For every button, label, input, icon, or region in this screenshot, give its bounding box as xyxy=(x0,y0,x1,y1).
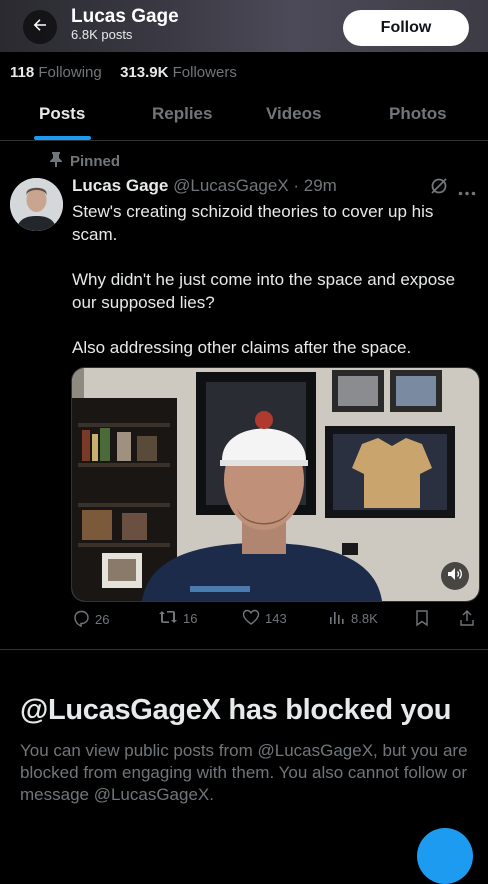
post-header: Lucas Gage @LucasGageX · 29m xyxy=(72,176,337,196)
grok-icon[interactable] xyxy=(430,177,448,200)
back-button[interactable] xyxy=(23,10,57,44)
reply-count: 26 xyxy=(95,612,110,627)
tab-videos[interactable]: Videos xyxy=(266,104,321,124)
like-count: 143 xyxy=(265,611,287,626)
heart-icon xyxy=(242,609,260,628)
active-tab-indicator xyxy=(34,136,91,140)
pin-icon xyxy=(50,152,62,171)
repost-count: 16 xyxy=(183,611,198,626)
compose-fab-button[interactable] xyxy=(417,828,473,884)
post-author-name[interactable]: Lucas Gage xyxy=(72,176,168,195)
tab-replies[interactable]: Replies xyxy=(152,104,212,124)
header-posts-count: 6.8K posts xyxy=(71,27,133,42)
like-button[interactable]: 143 xyxy=(242,609,287,628)
follow-button[interactable]: Follow xyxy=(343,10,469,46)
post-video[interactable] xyxy=(71,367,480,602)
tab-posts[interactable]: Posts xyxy=(39,104,85,124)
speaker-icon xyxy=(447,567,463,586)
bar-chart-icon xyxy=(328,609,346,628)
pinned-indicator: Pinned xyxy=(50,152,120,171)
post-handle-time[interactable]: @LucasGageX · 29m xyxy=(173,176,337,195)
views-button[interactable]: 8.8K xyxy=(328,609,378,628)
followers-link[interactable]: 313.9K Followers xyxy=(120,64,237,81)
blocked-message: You can view public posts from @LucasGag… xyxy=(20,741,468,804)
post-text: Stew's creating schizoid theories to cov… xyxy=(72,200,477,359)
tab-photos[interactable]: Photos xyxy=(389,104,447,124)
post-actions: 26 16 143 8.8K xyxy=(72,609,482,631)
reply-button[interactable]: 26 xyxy=(72,609,109,630)
bookmark-icon xyxy=(414,609,430,630)
section-divider xyxy=(0,649,488,650)
avatar[interactable] xyxy=(10,178,63,231)
post-paragraph: Why didn't he just come into the space a… xyxy=(72,270,456,312)
share-icon xyxy=(458,609,476,630)
video-thumbnail xyxy=(72,368,479,601)
post-paragraph: Stew's creating schizoid theories to cov… xyxy=(72,202,434,244)
repost-button[interactable]: 16 xyxy=(158,609,197,628)
following-link[interactable]: 118 Following xyxy=(10,64,102,81)
share-button[interactable] xyxy=(458,609,476,630)
post-paragraph: Also addressing other claims after the s… xyxy=(72,338,412,357)
reply-icon xyxy=(72,609,90,630)
arrow-left-icon xyxy=(31,16,49,39)
follow-stats: 118 Following 313.9K Followers xyxy=(10,64,237,81)
blocked-title: @LucasGageX has blocked you xyxy=(20,694,452,726)
bookmark-button[interactable] xyxy=(414,609,430,630)
view-count: 8.8K xyxy=(351,611,378,626)
mute-toggle[interactable] xyxy=(441,562,469,590)
profile-tabs: Posts Replies Videos Photos xyxy=(0,96,488,141)
repost-icon xyxy=(158,609,178,628)
pinned-label: Pinned xyxy=(70,153,121,170)
header-profile-name: Lucas Gage xyxy=(71,6,179,27)
profile-header: Lucas Gage 6.8K posts Follow xyxy=(0,0,488,52)
more-options-icon[interactable] xyxy=(458,183,476,201)
